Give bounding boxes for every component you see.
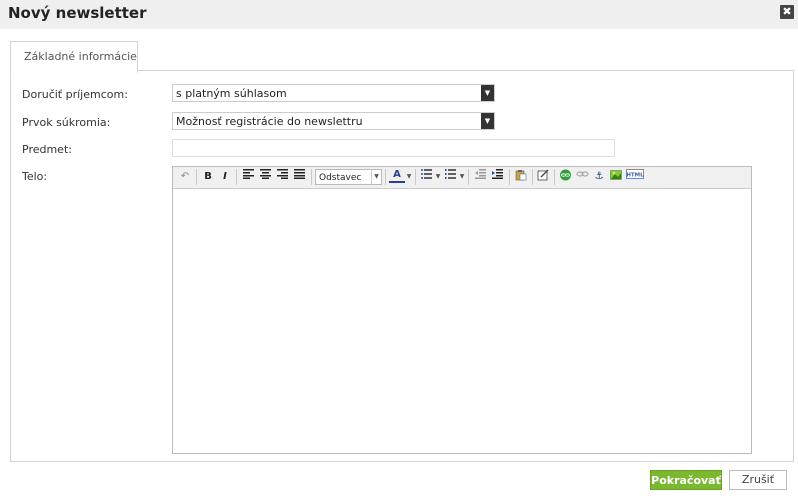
bullet-list-icon[interactable] bbox=[418, 169, 434, 185]
format-select-value: Odstavec bbox=[319, 173, 362, 183]
recipients-select-value: s platným súhlasom bbox=[176, 87, 287, 100]
chevron-down-icon: ▼ bbox=[371, 170, 381, 184]
chevron-down-icon: ▼ bbox=[481, 85, 494, 101]
outdent-icon[interactable] bbox=[472, 169, 488, 185]
rich-text-editor: ↶ B I Odstavec ▼ A ▼ ▼ ▼ ⚓ HTML bbox=[172, 166, 752, 454]
chevron-down-icon[interactable]: ▼ bbox=[458, 169, 466, 185]
close-icon[interactable]: ✖ bbox=[780, 5, 794, 19]
toolbar-separator bbox=[509, 169, 510, 185]
paste-icon[interactable] bbox=[513, 169, 529, 185]
edit-icon[interactable] bbox=[535, 169, 551, 185]
toolbar-separator bbox=[415, 169, 416, 185]
align-right-icon[interactable] bbox=[274, 169, 290, 185]
recipients-select[interactable]: s platným súhlasom ▼ bbox=[172, 84, 495, 102]
chevron-down-icon: ▼ bbox=[481, 113, 494, 129]
toolbar-separator bbox=[236, 169, 237, 185]
text-color-icon[interactable]: A bbox=[389, 169, 405, 183]
anchor-icon[interactable]: ⚓ bbox=[591, 169, 607, 185]
tab-label: Základné informácie bbox=[24, 50, 137, 63]
tab-basic-info[interactable]: Základné informácie bbox=[10, 41, 138, 73]
subject-input[interactable] bbox=[172, 139, 615, 157]
privacy-select[interactable]: Možnosť registrácie do newslettru ▼ bbox=[172, 112, 495, 130]
toolbar-separator bbox=[468, 169, 469, 185]
bold-icon[interactable]: B bbox=[200, 169, 216, 185]
subject-label: Predmet: bbox=[22, 143, 72, 156]
align-center-icon[interactable] bbox=[257, 169, 273, 185]
dialog-titlebar: Nový newsletter ✖ bbox=[0, 0, 798, 29]
toolbar-separator bbox=[196, 169, 197, 185]
svg-text:HTML: HTML bbox=[626, 173, 644, 179]
cancel-button[interactable]: Zrušiť bbox=[729, 470, 787, 490]
numbered-list-icon[interactable] bbox=[442, 169, 458, 185]
chevron-down-icon[interactable]: ▼ bbox=[434, 169, 442, 185]
toolbar-separator bbox=[385, 169, 386, 185]
dialog-title: Nový newsletter bbox=[8, 4, 147, 22]
body-label: Telo: bbox=[22, 170, 48, 183]
align-left-icon[interactable] bbox=[240, 169, 256, 185]
chevron-down-icon[interactable]: ▼ bbox=[405, 169, 413, 185]
continue-button[interactable]: Pokračovať bbox=[650, 470, 722, 490]
format-select[interactable]: Odstavec ▼ bbox=[315, 169, 382, 185]
html-icon[interactable]: HTML bbox=[625, 169, 645, 185]
align-justify-icon[interactable] bbox=[291, 169, 307, 185]
editor-toolbar: ↶ B I Odstavec ▼ A ▼ ▼ ▼ ⚓ HTML bbox=[173, 167, 751, 189]
italic-icon[interactable]: I bbox=[217, 169, 233, 185]
privacy-label: Prvok súkromia: bbox=[22, 116, 111, 129]
unlink-icon[interactable] bbox=[574, 169, 590, 185]
recipients-label: Doručiť príjemcom: bbox=[22, 88, 128, 101]
editor-content-area[interactable] bbox=[173, 189, 751, 453]
link-icon[interactable] bbox=[557, 169, 573, 185]
indent-icon[interactable] bbox=[489, 169, 505, 185]
undo-icon[interactable]: ↶ bbox=[177, 169, 193, 185]
toolbar-separator bbox=[311, 169, 312, 185]
toolbar-separator bbox=[532, 169, 533, 185]
privacy-select-value: Možnosť registrácie do newslettru bbox=[176, 115, 363, 128]
toolbar-separator bbox=[554, 169, 555, 185]
image-icon[interactable] bbox=[608, 169, 624, 185]
